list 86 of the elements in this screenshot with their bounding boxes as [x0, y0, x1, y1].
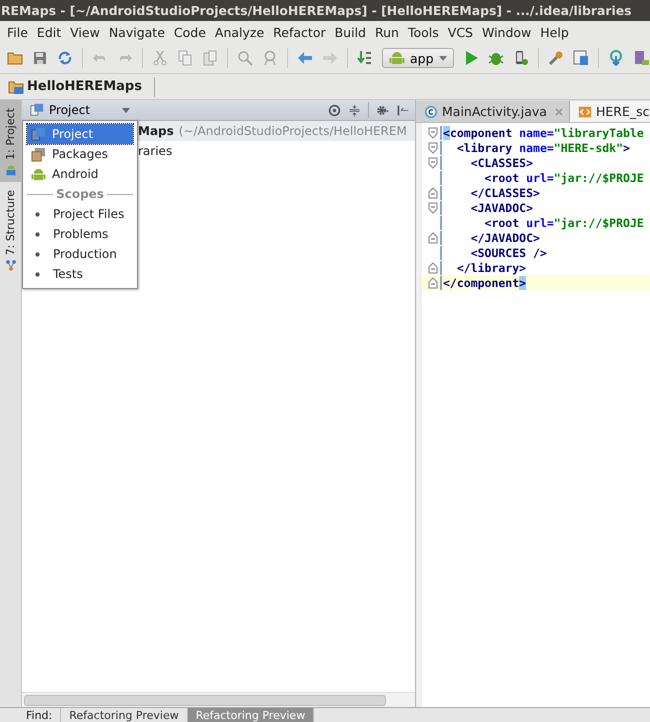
- menu-item[interactable]: Refactor: [268, 24, 330, 40]
- caret-icon: [122, 108, 130, 112]
- menu-item[interactable]: Run: [370, 24, 403, 40]
- hide-panel-icon[interactable]: [396, 104, 409, 116]
- structure-icon[interactable]: [4, 259, 16, 272]
- fold-icon[interactable]: [428, 262, 438, 274]
- project-view-icon: [30, 103, 44, 117]
- code-line: </component>: [440, 276, 526, 290]
- breadcrumb-item[interactable]: HelloHEREMaps: [27, 79, 142, 94]
- fold-icon[interactable]: [428, 156, 438, 168]
- tree-item[interactable]: raries: [138, 144, 172, 158]
- bullet-icon: [35, 232, 40, 236]
- scrollbar-thumb[interactable]: [24, 694, 386, 706]
- editor-tab[interactable]: MainActivity.java: [416, 101, 570, 122]
- xml-file-icon: [578, 104, 592, 118]
- code-line: <library name="HERE-sdk">: [440, 140, 630, 154]
- menu-item[interactable]: Project Files: [27, 204, 133, 224]
- collapse-icon[interactable]: [348, 104, 361, 116]
- wrench-icon[interactable]: [548, 50, 564, 66]
- menu-item[interactable]: Analyze: [210, 24, 268, 40]
- fold-icon[interactable]: [428, 276, 438, 288]
- back-arrow-icon[interactable]: [297, 50, 313, 66]
- close-icon[interactable]: [554, 108, 563, 116]
- make-icon[interactable]: [357, 50, 373, 66]
- menu-item[interactable]: File: [2, 24, 32, 40]
- save-icon[interactable]: [32, 50, 48, 66]
- bug-icon[interactable]: [488, 50, 504, 66]
- folder-icon: [8, 78, 24, 94]
- section-header: Scopes: [56, 187, 104, 201]
- menu-item[interactable]: Project: [27, 124, 133, 144]
- editor-tab[interactable]: HERE_sc: [570, 101, 650, 122]
- copy-icon[interactable]: [177, 50, 193, 66]
- fold-icon[interactable]: [428, 142, 438, 154]
- settings-icon[interactable]: [376, 104, 389, 116]
- paste-icon[interactable]: [202, 50, 218, 66]
- tree-item[interactable]: Maps: [138, 124, 174, 138]
- caret-icon: [438, 56, 447, 60]
- side-tab[interactable]: 7: Structure: [4, 190, 17, 256]
- menu-item[interactable]: Navigate: [104, 24, 169, 40]
- fold-icon[interactable]: [428, 232, 438, 244]
- gradle-sync-icon[interactable]: [608, 50, 624, 66]
- code-line: </JAVADOC>: [440, 230, 540, 244]
- menu-item[interactable]: Production: [27, 244, 133, 264]
- menu-item[interactable]: Build: [330, 24, 370, 40]
- menu-item[interactable]: VCS: [442, 24, 477, 40]
- run-configuration-dropdown[interactable]: app: [382, 48, 454, 68]
- menu-item[interactable]: Edit: [32, 24, 66, 40]
- android-icon: [389, 50, 405, 66]
- class-icon: [424, 104, 438, 118]
- code-line: </CLASSES>: [440, 186, 540, 200]
- bullet-icon: [35, 272, 40, 276]
- code-line: <CLASSES>: [440, 156, 534, 170]
- bullet-icon: [35, 212, 40, 216]
- window-title: REMaps - [~/AndroidStudioProjects/HelloHEREMaps] - [HelloHEREMaps] - .../.idea/libraries: [0, 3, 632, 18]
- menu-item[interactable]: Android: [27, 164, 133, 184]
- menu-item[interactable]: Code: [168, 24, 210, 40]
- bullet-icon: [35, 252, 40, 256]
- menu-item[interactable]: View: [65, 24, 104, 40]
- menu-item[interactable]: Problems: [27, 224, 133, 244]
- virtual-device-icon[interactable]: [632, 50, 649, 66]
- code-line: <root url="jar://$PROJE: [440, 216, 644, 230]
- fold-icon[interactable]: [428, 202, 438, 214]
- android-icon[interactable]: [4, 164, 16, 176]
- replace-icon[interactable]: [262, 50, 278, 66]
- menu-item[interactable]: Packages: [27, 144, 133, 164]
- code-line: <root url="jar://$PROJE: [440, 170, 644, 184]
- android-icon: [31, 166, 46, 182]
- project-view-icon: [31, 126, 46, 142]
- code-line: <SOURCES />: [440, 246, 547, 260]
- fold-icon[interactable]: [428, 186, 438, 198]
- menu-item[interactable]: Help: [535, 24, 573, 40]
- folder-icon[interactable]: [7, 50, 23, 66]
- find-label: Find:: [22, 708, 62, 722]
- code-line: <component name="libraryTable: [440, 126, 644, 140]
- menu-item[interactable]: Tests: [27, 264, 133, 284]
- project-path: (~/AndroidStudioProjects/HelloHEREM: [178, 124, 407, 138]
- fold-icon[interactable]: [428, 126, 438, 138]
- sync-icon[interactable]: [57, 50, 73, 66]
- code-line: <JAVADOC>: [440, 200, 534, 214]
- packages-icon: [31, 146, 46, 162]
- cut-icon[interactable]: [152, 50, 168, 66]
- menu-item[interactable]: Tools: [402, 24, 443, 40]
- locate-icon[interactable]: [328, 104, 341, 116]
- project-structure-icon[interactable]: [572, 50, 589, 66]
- search-icon[interactable]: [237, 50, 253, 66]
- menu-item[interactable]: Window: [476, 24, 536, 40]
